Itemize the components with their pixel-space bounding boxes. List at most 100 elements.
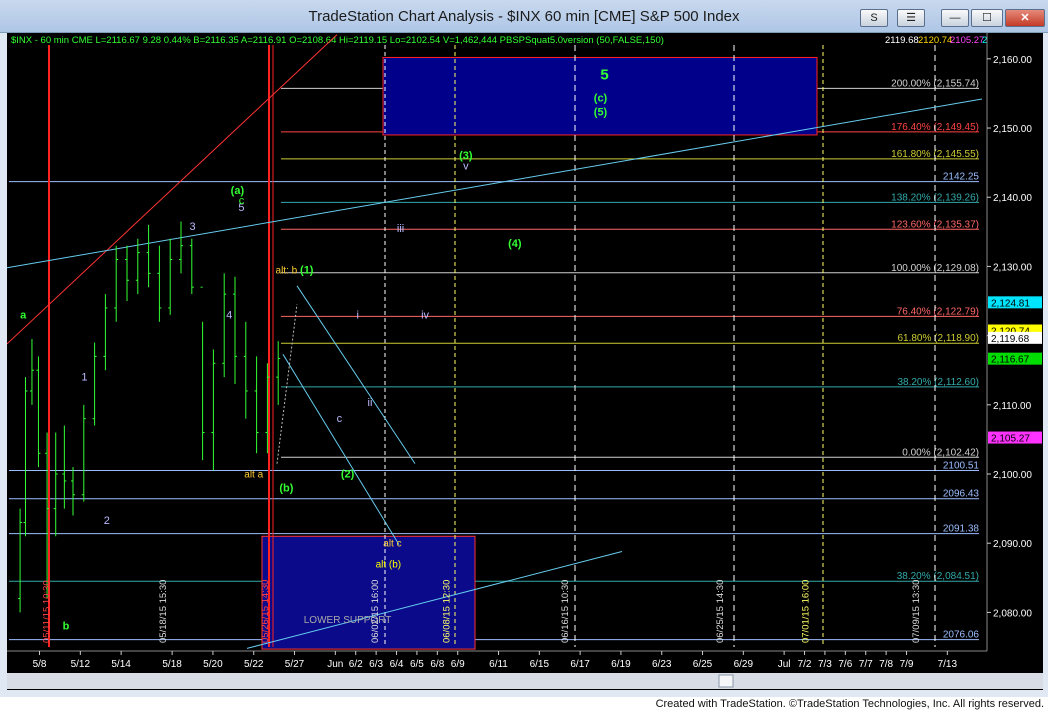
x-tick-label-24: 7/6 [838, 659, 852, 670]
y-tick-label-8: 2,160.00 [993, 55, 1032, 66]
y-tick-label-1: 2,090.00 [993, 539, 1032, 550]
wave-label-21: (4) [508, 238, 522, 250]
x-tick-label-13: 6/9 [451, 659, 465, 670]
vertical-date-0: 05/11/15 10:30 [42, 580, 53, 643]
wave-label-14: (2) [341, 468, 355, 480]
x-tick-label-0: 5/8 [33, 659, 47, 670]
x-tick-label-11: 6/5 [410, 659, 424, 670]
x-tick-label-9: 6/3 [369, 659, 383, 670]
vertical-date-4: 06/08/15 12:30 [442, 580, 453, 643]
x-tick-label-21: Jul [778, 659, 791, 670]
wave-label-3: 2 [104, 515, 110, 527]
x-tick-label-6: 5/27 [285, 659, 305, 670]
x-tick-label-16: 6/17 [570, 659, 590, 670]
x-tick-label-1: 5/12 [71, 659, 91, 670]
close-button[interactable]: ✕ [1005, 9, 1045, 27]
vertical-date-7: 07/01/15 16:00 [801, 580, 812, 643]
vertical-date-8: 07/09/15 13:30 [911, 580, 922, 643]
x-tick-label-28: 7/13 [938, 659, 958, 670]
fib-label-14: 38.20% (2,084.51) [897, 571, 979, 582]
footer-bar: Created with TradeStation. ©TradeStation… [0, 697, 1048, 713]
y-tick-label-7: 2,150.00 [993, 124, 1032, 135]
vertical-date-3: 06/02/15 16:00 [370, 580, 381, 643]
scrollbar-thumb[interactable] [718, 674, 734, 688]
maximize-button[interactable]: ☐ [971, 9, 1003, 27]
wave-label-10: (1) [300, 264, 314, 276]
wave-label-16: ii [368, 397, 373, 409]
wave-label-17: iii [397, 223, 404, 235]
wave-label-22: 5 [600, 67, 608, 84]
wave-label-13: c [337, 413, 343, 425]
chart-window: TradeStation Chart Analysis - $INX 60 mi… [0, 0, 1048, 713]
y-tick-label-6: 2,140.00 [993, 193, 1032, 204]
x-tick-label-10: 6/4 [390, 659, 404, 670]
x-tick-label-3: 5/18 [162, 659, 182, 670]
status-value-0: 2119.68 [885, 35, 919, 46]
wave-label-2: 1 [81, 372, 87, 384]
x-tick-label-18: 6/23 [652, 659, 672, 670]
wave-label-0: a [20, 309, 27, 321]
minimize-button[interactable]: — [941, 9, 969, 27]
x-tick-label-26: 7/8 [879, 659, 893, 670]
x-tick-label-20: 6/29 [734, 659, 754, 670]
wave-label-5: 4 [226, 309, 232, 321]
wave-label-25: alt c [383, 539, 401, 550]
fib-label-12: 2096.43 [943, 489, 980, 500]
fib-label-10: 0.00% (2,102.42) [902, 447, 979, 458]
x-tick-label-14: 6/11 [489, 659, 508, 670]
wave-label-8: (a) [231, 185, 245, 197]
vertical-date-5: 06/16/15 10:30 [560, 580, 571, 643]
wave-label-19: v [463, 161, 469, 173]
x-tick-label-7: Jun [327, 659, 343, 670]
status-readout: $INX - 60 min CME L=2116.67 9.28 0.44% B… [11, 35, 664, 46]
x-tick-label-4: 5/20 [203, 659, 223, 670]
y-tick-label-2: 2,100.00 [993, 470, 1032, 481]
copyright-text: Created with TradeStation. ©TradeStation… [655, 698, 1044, 710]
x-tick-label-8: 6/2 [349, 659, 363, 670]
x-tick-label-23: 7/3 [818, 659, 832, 670]
wave-label-12: (b) [279, 482, 293, 494]
wave-label-11: alt a [244, 469, 263, 480]
x-tick-label-19: 6/25 [693, 659, 713, 670]
wave-label-24: (5) [594, 107, 608, 119]
y-tick-label-5: 2,130.00 [993, 262, 1032, 273]
wave-label-7: c [239, 195, 245, 207]
vertical-date-2: 05/26/15 14:30 [260, 580, 271, 643]
fib-label-13: 2091.38 [943, 524, 980, 535]
fib-label-15: 2076.06 [943, 630, 980, 641]
x-tick-label-22: 7/2 [798, 659, 812, 670]
fib-label-7: 76.40% (2,122.79) [897, 306, 979, 317]
x-tick-label-27: 7/9 [900, 659, 914, 670]
x-tick-label-12: 6/8 [430, 659, 444, 670]
wave-label-4: 3 [189, 221, 195, 233]
price-badge-label-2: 2,119.68 [991, 334, 1030, 345]
wave-label-9: alt: b [276, 265, 298, 276]
x-tick-label-2: 5/14 [111, 659, 131, 670]
chart-area[interactable]: $INX - 60 min CME L=2116.67 9.28 0.44% B… [7, 33, 1043, 690]
x-tick-label-25: 7/7 [859, 659, 873, 670]
price-badge-label-0: 2,124.81 [991, 298, 1030, 309]
window-title: TradeStation Chart Analysis - $INX 60 mi… [308, 8, 740, 25]
title-bar[interactable]: TradeStation Chart Analysis - $INX 60 mi… [0, 0, 1048, 33]
status-value-2: 2105.27 [950, 35, 984, 46]
fib-label-11: 2100.51 [943, 460, 980, 471]
x-tick-label-15: 6/15 [530, 659, 550, 670]
fib-label-9: 38.20% (2,112.60) [897, 377, 979, 388]
wave-label-20: (3) [459, 150, 473, 162]
wave-label-18: iv [421, 309, 429, 321]
wave-label-26: alt (b) [376, 559, 402, 570]
status-value-1: 2120.74 [918, 35, 952, 46]
price-chart[interactable]: $INX - 60 min CME L=2116.67 9.28 0.44% B… [7, 33, 1043, 690]
wave-label-1: b [63, 621, 70, 633]
price-badge-label-3: 2,116.67 [991, 355, 1030, 366]
symbol-link-button[interactable]: S [860, 9, 888, 27]
x-tick-label-5: 5/22 [244, 659, 264, 670]
horizontal-scrollbar[interactable] [7, 673, 1043, 689]
y-tick-label-3: 2,110.00 [993, 401, 1032, 412]
x-tick-label-17: 6/19 [611, 659, 631, 670]
y-tick-label-0: 2,080.00 [993, 608, 1032, 619]
window-menu-button[interactable]: ☰ [897, 9, 925, 27]
fib-label-3: 2142.25 [943, 172, 980, 183]
fib-label-8: 61.80% (2,118.90) [897, 333, 979, 344]
price-badge-label-4: 2,105.27 [991, 434, 1030, 445]
